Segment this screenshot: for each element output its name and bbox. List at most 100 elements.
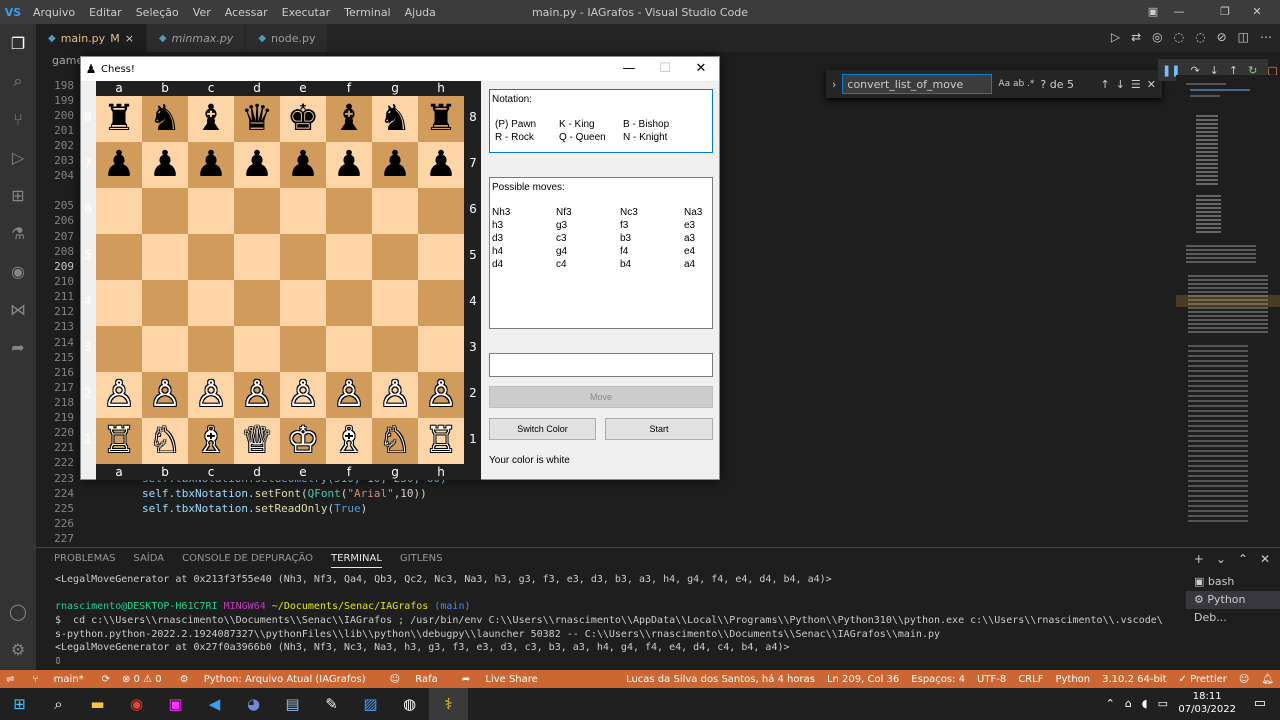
square-h6[interactable]: [418, 188, 464, 234]
network-icon[interactable]: ⌂: [1125, 697, 1132, 710]
run-icon[interactable]: ▷: [1111, 30, 1120, 44]
problems-count[interactable]: ⊗ 0 ⚠ 0: [116, 674, 168, 685]
next-match-icon[interactable]: ↓: [1116, 78, 1125, 91]
switch-color-button[interactable]: Switch Color: [489, 418, 596, 440]
white-pawn-icon[interactable]: ♙: [379, 377, 411, 413]
account-icon[interactable]: ◯: [6, 600, 30, 624]
maximize-panel-icon[interactable]: ⌃: [1238, 552, 1248, 566]
notifications-icon[interactable]: 🔔︎: [1255, 674, 1280, 685]
square-a2[interactable]: ♙: [96, 372, 142, 418]
square-f3[interactable]: [326, 326, 372, 372]
square-b2[interactable]: ♙: [142, 372, 188, 418]
volume-icon[interactable]: ◖: [1142, 697, 1148, 710]
forward-icon[interactable]: ◌: [1195, 30, 1205, 44]
tab-gitlens[interactable]: GITLENS: [400, 553, 443, 568]
black-bishop-icon[interactable]: ♝: [333, 101, 365, 137]
more-actions-icon[interactable]: ⋯: [1260, 30, 1272, 44]
menu-selecao[interactable]: Seleção: [129, 6, 186, 19]
close-panel-icon[interactable]: ✕: [1260, 552, 1270, 566]
user-status[interactable]: ☺ Rafa: [378, 674, 450, 685]
menu-executar[interactable]: Executar: [275, 6, 338, 19]
photos-icon[interactable]: ▨: [351, 688, 390, 720]
white-bishop-icon[interactable]: ♗: [195, 423, 227, 459]
white-rook-icon[interactable]: ♖: [103, 423, 135, 459]
square-g4[interactable]: [372, 280, 418, 326]
black-pawn-icon[interactable]: ♟: [149, 147, 181, 183]
square-e3[interactable]: [280, 326, 326, 372]
battery-icon[interactable]: ▭: [1158, 697, 1168, 710]
square-a5[interactable]: [96, 234, 142, 280]
github-icon[interactable]: ◍: [390, 688, 429, 720]
settings-gear-icon[interactable]: ⚙: [6, 638, 30, 662]
chess-close-button[interactable]: ✕: [683, 57, 719, 81]
clock[interactable]: 18:11 07/03/2022: [1178, 690, 1236, 716]
find-options[interactable]: Aa ab .*: [998, 79, 1034, 89]
square-e6[interactable]: [280, 188, 326, 234]
code-line-224[interactable]: self.tbxNotation.setFont(QFont("Arial",1…: [142, 487, 427, 500]
run-debug-icon[interactable]: ▷: [6, 146, 30, 170]
square-a4[interactable]: [96, 280, 142, 326]
compare-icon[interactable]: ⇄: [1131, 30, 1141, 44]
square-c2[interactable]: ♙: [188, 372, 234, 418]
white-pawn-icon[interactable]: ♙: [333, 377, 365, 413]
tab-problemas[interactable]: PROBLEMAS: [54, 553, 115, 568]
square-d4[interactable]: [234, 280, 280, 326]
chrome-icon[interactable]: ◉: [117, 688, 156, 720]
encoding[interactable]: UTF-8: [971, 674, 1012, 685]
terminal-item-bash[interactable]: ▣ bash: [1186, 573, 1280, 591]
square-d8[interactable]: ♛: [234, 96, 280, 142]
white-pawn-icon[interactable]: ♙: [425, 377, 457, 413]
python-icon[interactable]: ⚕: [429, 688, 468, 720]
source-control-icon[interactable]: ⑂: [6, 108, 30, 132]
intellij-icon[interactable]: ▣: [156, 688, 195, 720]
white-pawn-icon[interactable]: ♙: [195, 377, 227, 413]
white-queen-icon[interactable]: ♕: [241, 423, 273, 459]
square-h5[interactable]: [418, 234, 464, 280]
end-of-line[interactable]: CRLF: [1012, 674, 1049, 685]
square-f5[interactable]: [326, 234, 372, 280]
square-d6[interactable]: [234, 188, 280, 234]
square-c5[interactable]: [188, 234, 234, 280]
python-interpreter[interactable]: ⚙ Python: Arquivo Atual (IAGrafos): [168, 674, 378, 685]
square-d1[interactable]: ♕: [234, 418, 280, 464]
square-d7[interactable]: ♟: [234, 142, 280, 188]
square-a3[interactable]: [96, 326, 142, 372]
square-g5[interactable]: [372, 234, 418, 280]
square-g1[interactable]: ♘: [372, 418, 418, 464]
search-icon[interactable]: ⌕: [39, 688, 78, 720]
square-c8[interactable]: ♝: [188, 96, 234, 142]
terminal-dropdown-icon[interactable]: ⌄: [1216, 552, 1226, 566]
find-in-selection-icon[interactable]: ☰: [1131, 78, 1141, 91]
square-b8[interactable]: ♞: [142, 96, 188, 142]
black-rook-icon[interactable]: ♜: [425, 101, 457, 137]
menu-ver[interactable]: Ver: [186, 6, 218, 19]
live-share-icon[interactable]: ➦: [6, 336, 30, 360]
back-icon[interactable]: ◌: [1174, 30, 1184, 44]
close-button[interactable]: ✕: [1234, 0, 1280, 24]
square-b5[interactable]: [142, 234, 188, 280]
menu-acessar[interactable]: Acessar: [218, 6, 275, 19]
square-d3[interactable]: [234, 326, 280, 372]
black-pawn-icon[interactable]: ♟: [241, 147, 273, 183]
white-pawn-icon[interactable]: ♙: [287, 377, 319, 413]
black-pawn-icon[interactable]: ♟: [379, 147, 411, 183]
notepad-icon[interactable]: ▤: [273, 688, 312, 720]
white-knight-icon[interactable]: ♘: [379, 423, 411, 459]
menu-ajuda[interactable]: Ajuda: [398, 6, 443, 19]
white-bishop-icon[interactable]: ♗: [333, 423, 365, 459]
black-pawn-icon[interactable]: ♟: [333, 147, 365, 183]
python-version[interactable]: 3.10.2 64-bit: [1096, 674, 1172, 685]
prettier-status[interactable]: ✓ Prettier: [1173, 674, 1233, 685]
tab-console-depuracao[interactable]: CONSOLE DE DEPURAÇÃO: [182, 553, 313, 568]
square-f6[interactable]: [326, 188, 372, 234]
black-rook-icon[interactable]: ♜: [103, 101, 135, 137]
black-pawn-icon[interactable]: ♟: [103, 147, 135, 183]
square-c3[interactable]: [188, 326, 234, 372]
square-g3[interactable]: [372, 326, 418, 372]
chess-minimize-button[interactable]: —: [611, 57, 647, 81]
square-e4[interactable]: [280, 280, 326, 326]
square-e8[interactable]: ♚: [280, 96, 326, 142]
find-input[interactable]: convert_list_of_move: [842, 74, 993, 94]
square-b3[interactable]: [142, 326, 188, 372]
cursor-position[interactable]: Ln 209, Col 36: [821, 674, 905, 685]
